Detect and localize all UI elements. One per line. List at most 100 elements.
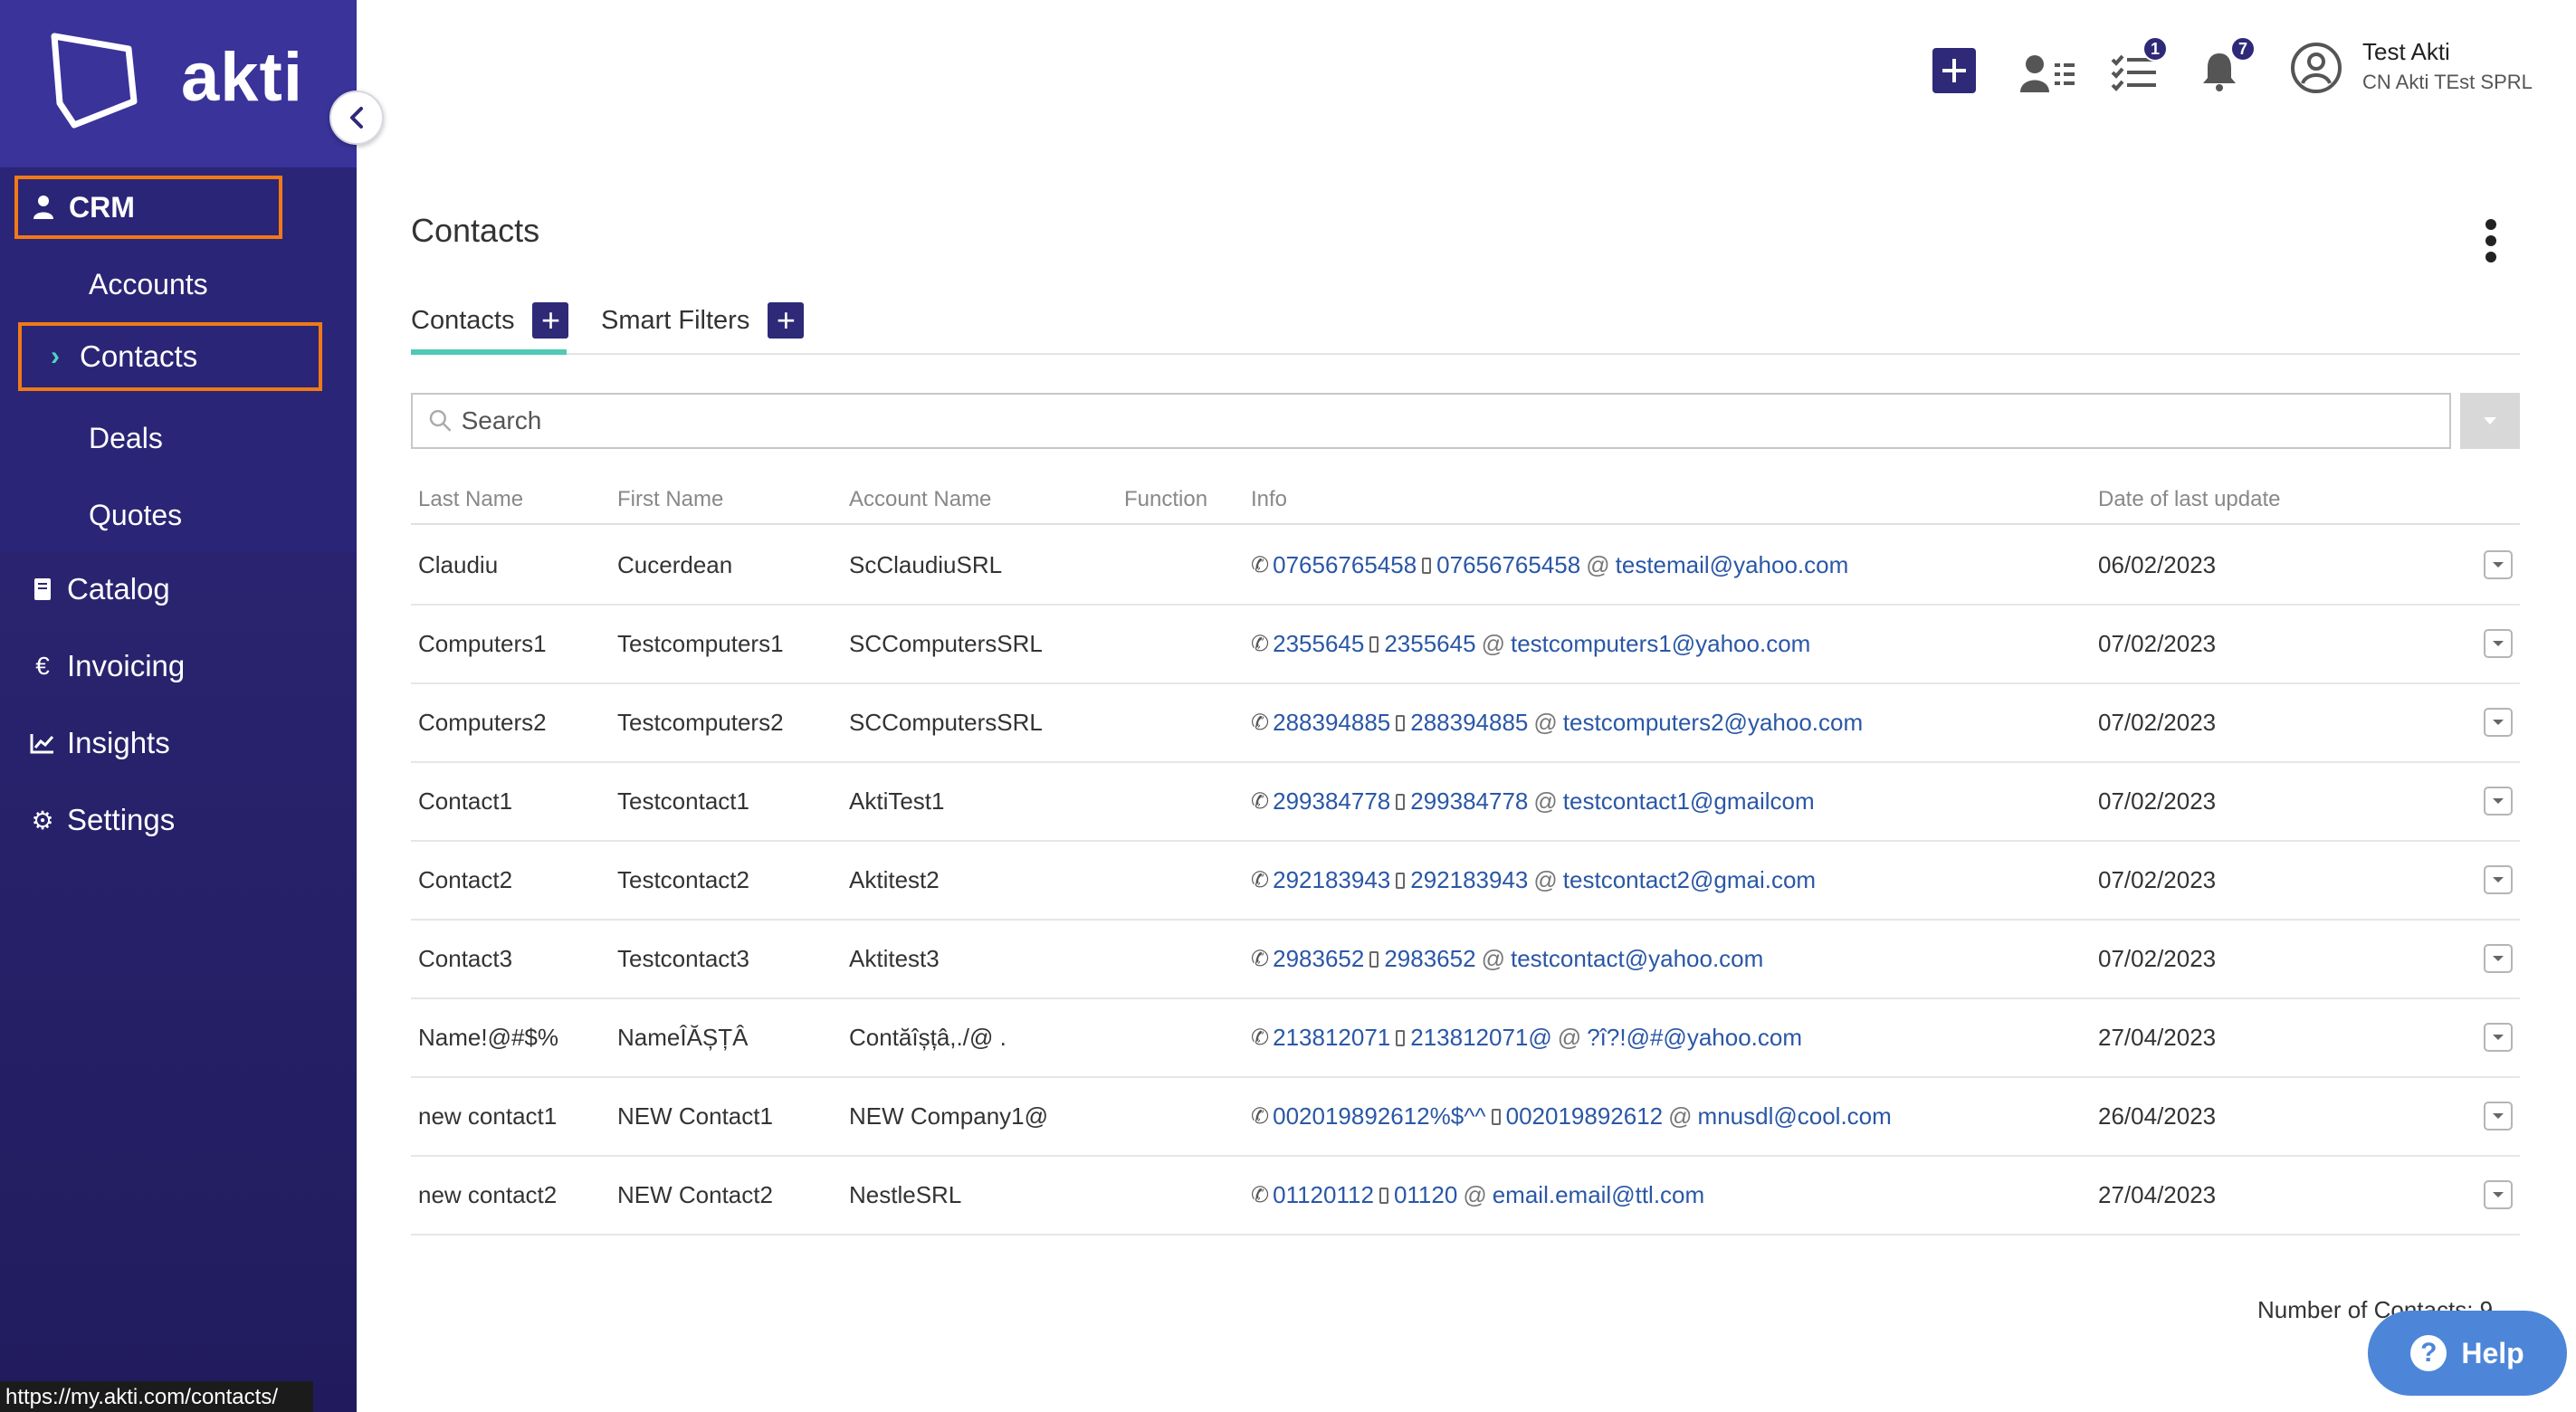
cell-first-name: Testcontact1 [617, 787, 749, 815]
email-link[interactable]: testcomputers1@yahoo.com [1511, 630, 1810, 658]
cell-account-name[interactable]: SCComputersSRL [849, 606, 1043, 682]
mobile-link[interactable]: 288394885 [1410, 709, 1528, 737]
cell-first-name: Testcomputers2 [617, 709, 784, 736]
phone-link[interactable]: 01120112 [1273, 1181, 1374, 1209]
phone-link[interactable]: 299384778 [1273, 787, 1390, 816]
email-link[interactable]: testcontact2@gmai.com [1563, 866, 1816, 894]
sidebar-item-deals[interactable]: Deals [89, 422, 163, 455]
row-actions-button[interactable] [2484, 865, 2513, 894]
cell-date: 07/02/2023 [2098, 630, 2217, 657]
col-first-name[interactable]: First Name [617, 487, 723, 512]
gear-icon: ⚙ [31, 806, 54, 835]
tab-contacts[interactable]: Contacts + [411, 302, 569, 339]
search-input[interactable] [461, 406, 2449, 435]
mobile-link[interactable]: 07656765458 [1436, 551, 1580, 579]
row-actions-button[interactable] [2484, 787, 2513, 816]
phone-link[interactable]: 213812071 [1273, 1024, 1390, 1052]
cell-account-name[interactable]: SCComputersSRL [849, 684, 1043, 761]
mobile-link[interactable]: 2983652 [1384, 945, 1475, 973]
email-link[interactable]: ?î?!@#@yahoo.com [1587, 1024, 1802, 1052]
phone-link[interactable]: 292183943 [1273, 866, 1390, 894]
table-row[interactable]: new contact1 NEW Contact1 NEW Company1@ ✆ 00… [411, 1078, 2520, 1157]
more-options-icon[interactable] [2480, 219, 2502, 266]
search-options-dropdown[interactable] [2460, 393, 2520, 449]
mobile-link[interactable]: 299384778 [1410, 787, 1528, 816]
cell-account-name[interactable]: Aktitest2 [849, 842, 940, 919]
col-date-last-update[interactable]: Date of last update [2098, 487, 2280, 512]
cell-info: ✆ 213812071 213812071@ @ ?î?!@#@yahoo.com [1251, 999, 1802, 1076]
cell-last-name: Contact2 [418, 866, 513, 893]
phone-link[interactable]: 2983652 [1273, 945, 1364, 973]
sidebar-item-catalog[interactable]: Catalog [29, 572, 170, 606]
sidebar-item-insights[interactable]: Insights [29, 726, 170, 760]
at-icon: @ [1463, 1181, 1487, 1208]
tab-smart-filters[interactable]: Smart Filters + [601, 302, 805, 339]
email-link[interactable]: testemail@yahoo.com [1616, 551, 1849, 579]
email-link[interactable]: testcontact1@gmailcom [1563, 787, 1815, 816]
cell-info: ✆ 299384778 299384778 @ testcontact1@gmailco… [1251, 763, 1815, 840]
sidebar-item-contacts[interactable]: › Contacts [18, 322, 322, 391]
phone-link[interactable]: 2355645 [1273, 630, 1364, 658]
email-link[interactable]: mnusdl@cool.com [1698, 1102, 1892, 1131]
sidebar-item-settings[interactable]: ⚙ Settings [29, 803, 175, 837]
sidebar-item-quotes[interactable]: Quotes [89, 499, 182, 532]
row-actions-button[interactable] [2484, 1102, 2513, 1131]
mobile-link[interactable]: 2355645 [1384, 630, 1475, 658]
table-row[interactable]: Claudiu Cucerdean ScClaudiuSRL ✆ 07656765458… [411, 527, 2520, 606]
col-last-name[interactable]: Last Name [418, 487, 523, 512]
nav-crm[interactable]: CRM [14, 176, 282, 239]
col-info[interactable]: Info [1251, 487, 1287, 512]
mobile-link[interactable]: 01120 [1394, 1181, 1457, 1209]
notifications-button[interactable] [2201, 51, 2237, 97]
cell-account-name[interactable]: Contăîșțâ,./@ . [849, 999, 1007, 1076]
sidebar-item-accounts[interactable]: Accounts [89, 268, 208, 301]
col-account-name[interactable]: Account Name [849, 487, 991, 512]
cell-last-name: new contact2 [418, 1181, 558, 1208]
col-function[interactable]: Function [1124, 487, 1207, 512]
row-actions-button[interactable] [2484, 629, 2513, 658]
search-icon [429, 409, 452, 432]
help-button[interactable]: ? Help [2368, 1311, 2567, 1396]
mobile-icon [1369, 635, 1379, 653]
table-row[interactable]: Contact2 Testcontact2 Aktitest2 ✆ 292183943 2… [411, 842, 2520, 921]
nav-crm-label: CRM [69, 190, 135, 224]
cell-account-name[interactable]: NestleSRL [849, 1157, 961, 1234]
phone-link[interactable]: 07656765458 [1273, 551, 1417, 579]
cell-account-name[interactable]: ScClaudiuSRL [849, 527, 1002, 604]
user-avatar[interactable] [2290, 42, 2342, 99]
add-new-button[interactable] [1932, 47, 1977, 99]
row-actions-button[interactable] [2484, 708, 2513, 737]
search-field[interactable] [411, 393, 2451, 449]
mobile-icon [1396, 714, 1406, 731]
cell-account-name[interactable]: AktiTest1 [849, 763, 945, 840]
table-row[interactable]: Computers2 Testcomputers2 SCComputersSRL ✆ 2… [411, 684, 2520, 763]
phone-icon: ✆ [1251, 1026, 1270, 1050]
email-link[interactable]: testcomputers2@yahoo.com [1563, 709, 1863, 737]
row-actions-button[interactable] [2484, 550, 2513, 579]
cell-account-name[interactable]: Aktitest3 [849, 921, 940, 997]
collapse-sidebar-button[interactable] [329, 91, 384, 145]
logo-area: akti [0, 0, 357, 167]
email-link[interactable]: email.email@ttl.com [1493, 1181, 1704, 1209]
row-actions-button[interactable] [2484, 1180, 2513, 1209]
mobile-link[interactable]: 002019892612 [1506, 1102, 1664, 1131]
row-actions-button[interactable] [2484, 944, 2513, 973]
row-actions-button[interactable] [2484, 1023, 2513, 1052]
mobile-link[interactable]: 292183943 [1410, 866, 1528, 894]
user-name[interactable]: Test Akti [2362, 38, 2450, 66]
add-smart-filter-button[interactable]: + [768, 302, 805, 339]
cell-account-name[interactable]: NEW Company1@ [849, 1078, 1048, 1155]
table-row[interactable]: Computers1 Testcomputers1 SCComputersSRL ✆ 2… [411, 606, 2520, 684]
contacts-list-button[interactable] [2020, 54, 2076, 99]
table-row[interactable]: Name!@#$% NameÎĂȘȚÂ Contăîșțâ,./@ . ✆ 213812… [411, 999, 2520, 1078]
table-row[interactable]: new contact2 NEW Contact2 NestleSRL ✆ 011201… [411, 1157, 2520, 1236]
table-row[interactable]: Contact3 Testcontact3 Aktitest3 ✆ 2983652 298… [411, 921, 2520, 999]
table-row[interactable]: Contact1 Testcontact1 AktiTest1 ✆ 299384778 2… [411, 763, 2520, 842]
chevron-right-icon: › [51, 341, 60, 371]
phone-link[interactable]: 002019892612%$^^ [1273, 1102, 1486, 1131]
add-contact-button[interactable]: + [532, 302, 569, 339]
email-link[interactable]: testcontact@yahoo.com [1511, 945, 1763, 973]
phone-link[interactable]: 288394885 [1273, 709, 1390, 737]
sidebar-item-invoicing[interactable]: € Invoicing [29, 649, 185, 683]
mobile-link[interactable]: 213812071@ [1410, 1024, 1552, 1052]
